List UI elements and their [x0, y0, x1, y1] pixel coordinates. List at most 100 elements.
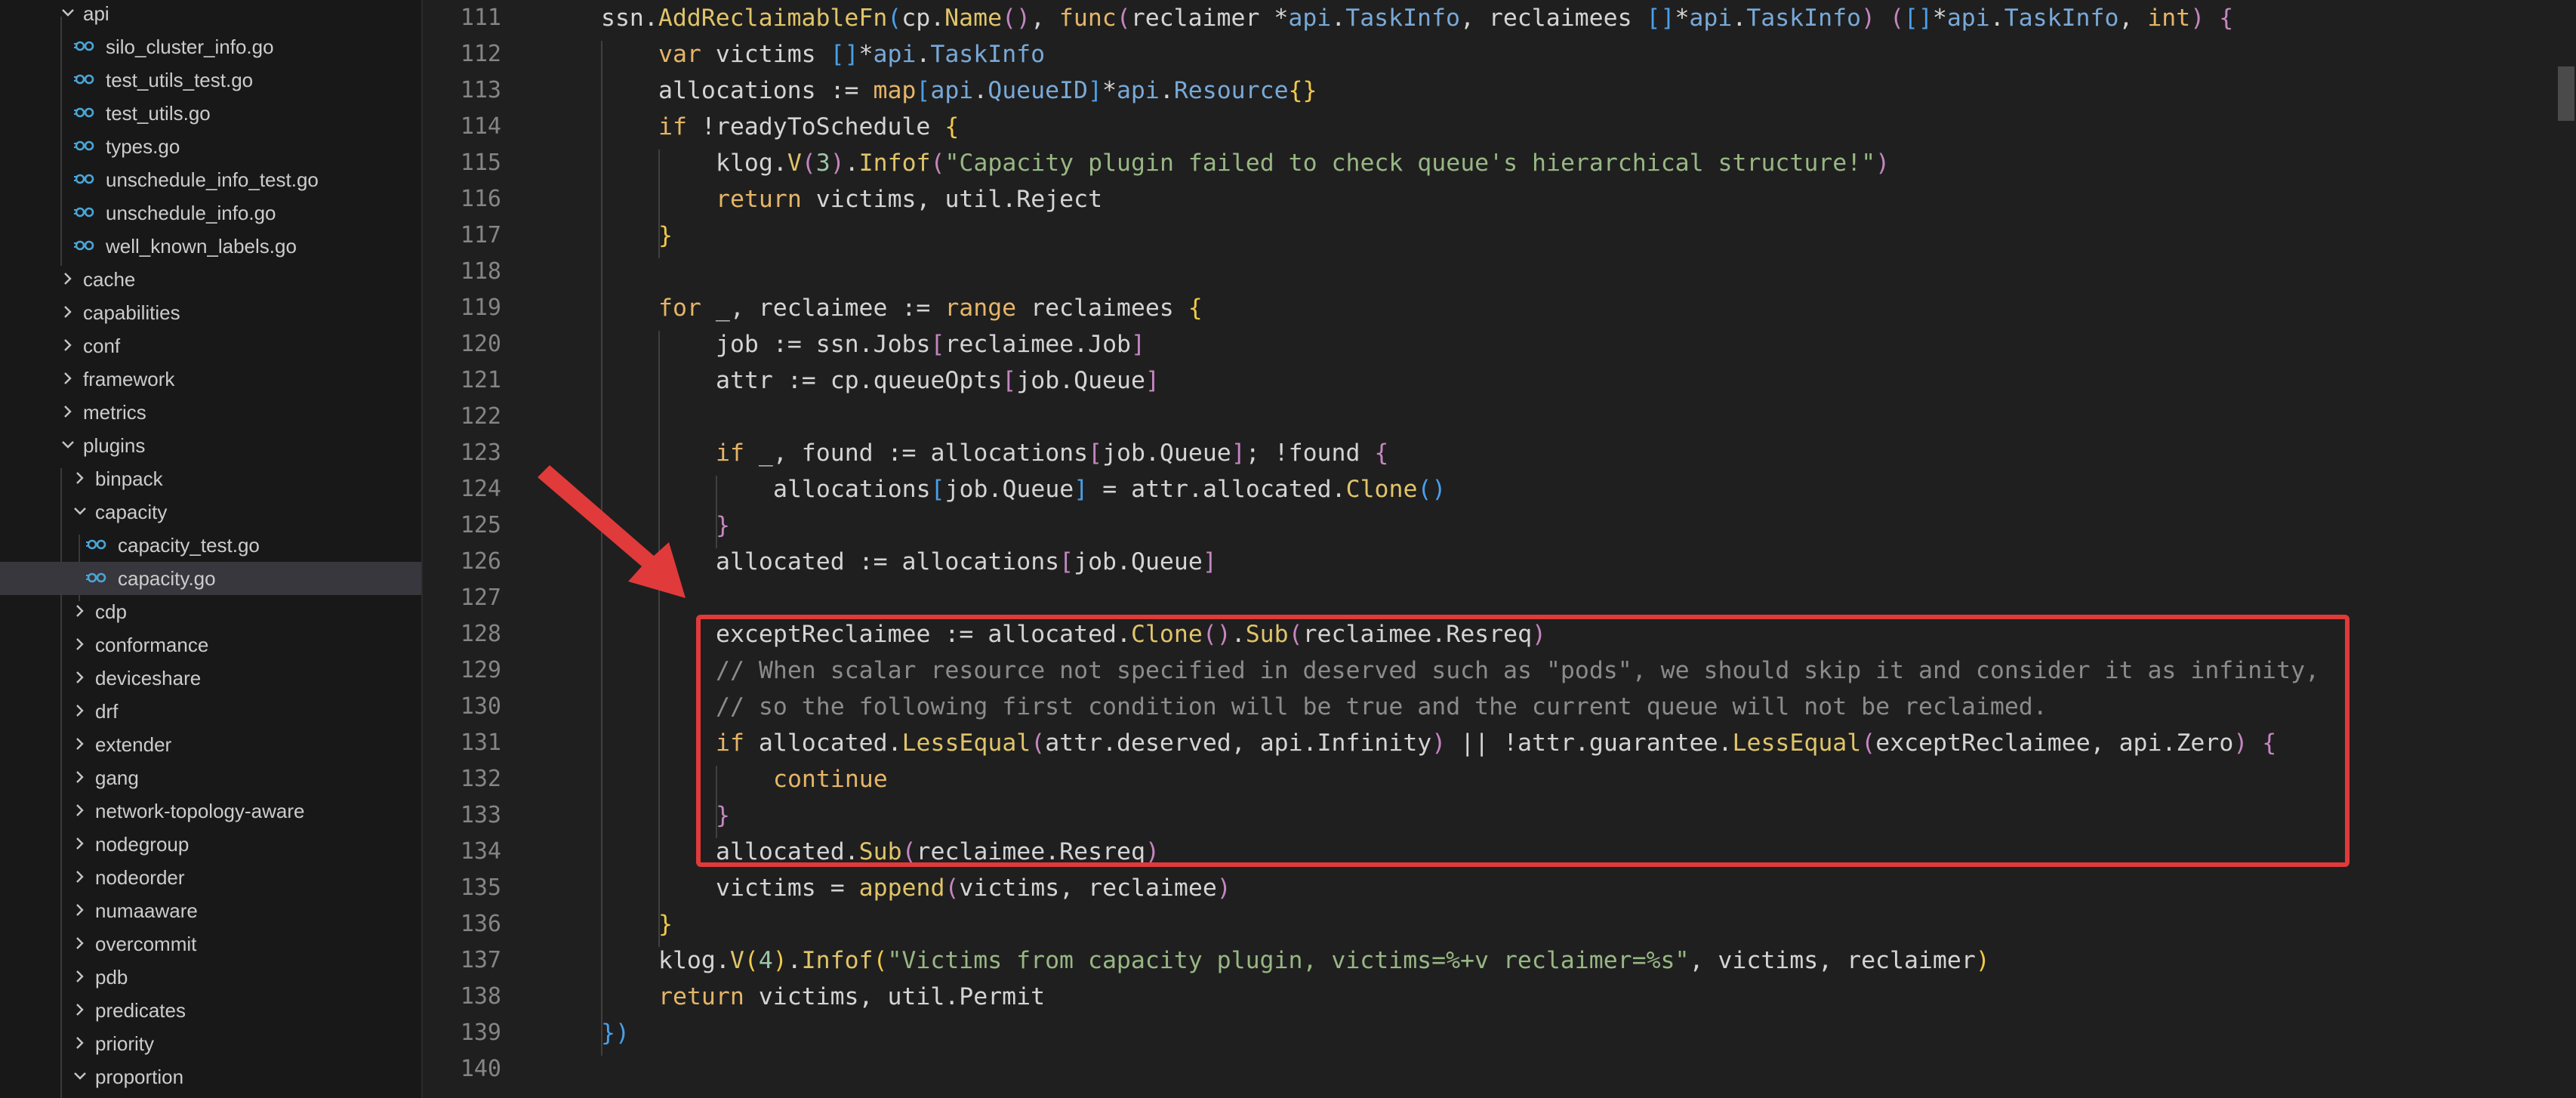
tree-file-types-go[interactable]: types.go — [0, 130, 421, 163]
tree-folder-pdb[interactable]: pdb — [0, 961, 421, 994]
code-token: api — [930, 77, 974, 104]
chevron-right-icon[interactable] — [71, 934, 89, 952]
code-line[interactable]: victims = append(victims, reclaimee) — [716, 870, 1231, 906]
code-indent-guide — [658, 331, 660, 947]
tree-item-label: nodegroup — [95, 833, 190, 856]
tree-file-capacity-go[interactable]: capacity.go — [0, 562, 421, 595]
tree-folder-capacity[interactable]: capacity — [0, 495, 421, 529]
tree-folder-extender[interactable]: extender — [0, 728, 421, 761]
code-line[interactable]: } — [658, 217, 673, 254]
chevron-down-icon[interactable] — [71, 1067, 89, 1085]
code-line[interactable]: if !readyToSchedule { — [658, 109, 959, 145]
chevron-down-icon[interactable] — [59, 4, 77, 22]
code-line[interactable]: attr := cp.queueOpts[job.Queue] — [716, 362, 1160, 399]
chevron-right-icon[interactable] — [59, 402, 77, 421]
code-token: ( — [873, 947, 888, 974]
chevron-right-icon[interactable] — [71, 635, 89, 653]
code-line[interactable]: return victims, util.Reject — [716, 181, 1102, 217]
tree-folder-cache[interactable]: cache — [0, 263, 421, 296]
code-line[interactable]: klog.V(3).Infof("Capacity plugin failed … — [716, 145, 1890, 181]
chevron-right-icon[interactable] — [59, 336, 77, 354]
code-line[interactable]: for _, reclaimee := range reclaimees { — [658, 290, 1203, 326]
tree-folder-gang[interactable]: gang — [0, 761, 421, 794]
tree-file-well-known-labels-go[interactable]: well_known_labels.go — [0, 230, 421, 263]
chevron-down-icon[interactable] — [59, 436, 77, 454]
code-line[interactable]: return victims, util.Permit — [658, 979, 1045, 1015]
editor-scrollbar[interactable] — [2555, 0, 2576, 1098]
chevron-right-icon[interactable] — [71, 1001, 89, 1019]
tree-folder-nodeorder[interactable]: nodeorder — [0, 861, 421, 894]
code-token: allocations — [773, 476, 931, 503]
scrollbar-thumb[interactable] — [2558, 66, 2574, 121]
chevron-right-icon[interactable] — [59, 369, 77, 387]
chevron-right-icon[interactable] — [71, 469, 89, 487]
chevron-right-icon[interactable] — [71, 735, 89, 753]
code-token: api — [873, 41, 917, 68]
tree-file-test-utils-test-go[interactable]: test_utils_test.go — [0, 63, 421, 97]
code-line[interactable]: allocations := map[api.QueueID]*api.Reso… — [658, 72, 1317, 109]
tree-folder-conformance[interactable]: conformance — [0, 628, 421, 662]
tree-folder-drf[interactable]: drf — [0, 695, 421, 728]
chevron-right-icon[interactable] — [71, 967, 89, 985]
tree-file-unschedule-info-go[interactable]: unschedule_info.go — [0, 196, 421, 230]
tree-folder-binpack[interactable]: binpack — [0, 462, 421, 495]
code-editor[interactable]: ssn.AddReclaimableFn(cp.Name(), func(rec… — [544, 0, 2552, 1098]
tree-file-capacity-test-go[interactable]: capacity_test.go — [0, 529, 421, 562]
chevron-right-icon[interactable] — [71, 768, 89, 786]
tree-file-unschedule-info-test-go[interactable]: unschedule_info_test.go — [0, 163, 421, 196]
code-token: {} — [1288, 77, 1317, 104]
tree-folder-network-topology-aware[interactable]: network-topology-aware — [0, 794, 421, 828]
tree-folder-proportion[interactable]: proportion — [0, 1060, 421, 1093]
tree-folder-metrics[interactable]: metrics — [0, 396, 421, 429]
tree-folder-api[interactable]: api — [0, 0, 421, 30]
tree-folder-deviceshare[interactable]: deviceshare — [0, 662, 421, 695]
code-token: ) — [830, 150, 845, 177]
tree-folder-conf[interactable]: conf — [0, 329, 421, 362]
code-token: . — [787, 947, 802, 974]
code-line[interactable]: job := ssn.Jobs[reclaimee.Job] — [716, 326, 1145, 362]
chevron-right-icon[interactable] — [59, 270, 77, 288]
code-line[interactable]: klog.V(4).Infof("Victims from capacity p… — [658, 942, 1990, 979]
code-line[interactable]: } — [716, 507, 730, 544]
chevron-right-icon[interactable] — [71, 602, 89, 620]
tree-item-label: conformance — [95, 634, 209, 656]
tree-item-label: deviceshare — [95, 667, 202, 689]
code-line[interactable]: } — [658, 906, 673, 942]
chevron-down-icon[interactable] — [71, 502, 89, 520]
chevron-right-icon[interactable] — [71, 801, 89, 819]
chevron-right-icon[interactable] — [71, 868, 89, 886]
tree-folder-capabilities[interactable]: capabilities — [0, 296, 421, 329]
code-line[interactable]: if _, found := allocations[job.Queue]; !… — [716, 435, 1388, 471]
code-token: victims = — [716, 874, 859, 902]
chevron-right-icon[interactable] — [59, 303, 77, 321]
code-token: ) — [772, 947, 787, 974]
code-line[interactable]: var victims []*api.TaskInfo — [658, 36, 1045, 72]
code-line[interactable]: allocations[job.Queue] = attr.allocated.… — [773, 471, 1446, 507]
code-line[interactable]: }) — [601, 1015, 630, 1051]
code-line[interactable]: ssn.AddReclaimableFn(cp.Name(), func(rec… — [601, 0, 2233, 36]
tree-folder-predicates[interactable]: predicates — [0, 994, 421, 1027]
tree-folder-cdp[interactable]: cdp — [0, 595, 421, 628]
code-token: int — [2147, 5, 2191, 32]
tree-folder-priority[interactable]: priority — [0, 1027, 421, 1060]
code-token: Resource — [1173, 77, 1289, 104]
line-number: 120 — [460, 331, 501, 357]
tree-folder-numaaware[interactable]: numaaware — [0, 894, 421, 927]
chevron-right-icon[interactable] — [71, 702, 89, 720]
code-token: , — [1030, 5, 1059, 32]
tree-item-label: framework — [83, 368, 175, 390]
chevron-right-icon[interactable] — [71, 834, 89, 853]
code-token: job := ssn.Jobs — [716, 331, 931, 358]
tree-folder-overcommit[interactable]: overcommit — [0, 927, 421, 961]
tree-folder-plugins[interactable]: plugins — [0, 429, 421, 462]
code-token: klog. — [716, 150, 787, 177]
tree-folder-nodegroup[interactable]: nodegroup — [0, 828, 421, 861]
chevron-right-icon[interactable] — [71, 901, 89, 919]
arrow-shape — [538, 465, 686, 598]
code-line[interactable]: allocated := allocations[job.Queue] — [716, 544, 1217, 580]
chevron-right-icon[interactable] — [71, 668, 89, 686]
tree-file-test-utils-go[interactable]: test_utils.go — [0, 97, 421, 130]
tree-folder-framework[interactable]: framework — [0, 362, 421, 396]
chevron-right-icon[interactable] — [71, 1034, 89, 1052]
tree-file-silo-cluster-info-go[interactable]: silo_cluster_info.go — [0, 30, 421, 63]
